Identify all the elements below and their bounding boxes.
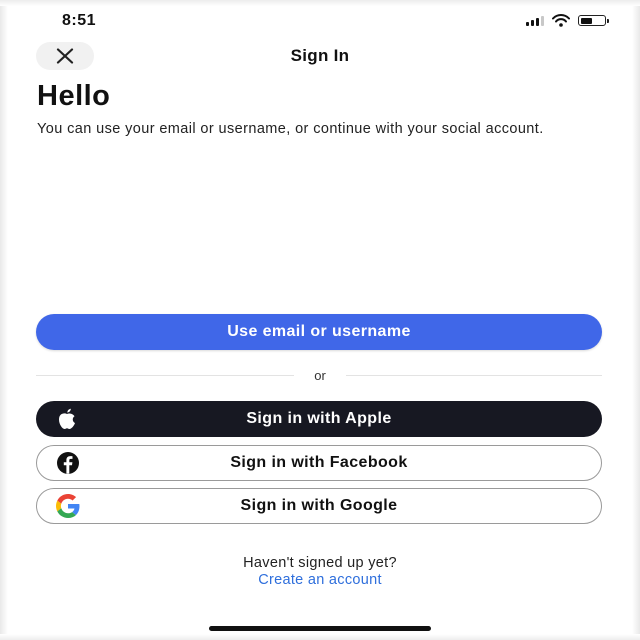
sign-in-facebook-button[interactable]: Sign in with Facebook [36, 445, 602, 481]
google-icon [55, 493, 81, 519]
screen-edge-bottom [0, 634, 640, 640]
divider-or-text: or [314, 368, 326, 383]
screen-edge-top [0, 0, 640, 6]
email-username-button[interactable]: Use email or username [36, 314, 602, 350]
sign-in-google-label: Sign in with Google [240, 497, 398, 514]
battery-icon [578, 15, 609, 26]
sign-in-apple-label: Sign in with Apple [246, 410, 392, 427]
home-indicator [209, 626, 431, 631]
page-subtitle: You can use your email or username, or c… [37, 121, 544, 137]
create-account-link[interactable]: Create an account [0, 572, 640, 588]
sign-in-facebook-label: Sign in with Facebook [230, 454, 408, 471]
apple-icon [54, 406, 80, 432]
screen-edge-left [0, 0, 8, 640]
cellular-signal-icon [526, 15, 544, 26]
sign-in-google-button[interactable]: Sign in with Google [36, 488, 602, 524]
signup-prompt: Haven't signed up yet? [243, 555, 397, 571]
email-username-button-label: Use email or username [227, 323, 411, 340]
sign-in-screen: 8:51 Sign In Hello You can use your emai… [0, 0, 640, 640]
status-icons [526, 14, 609, 27]
battery-level [580, 17, 592, 24]
nav-title: Sign In [290, 46, 350, 65]
sign-in-apple-button[interactable]: Sign in with Apple [36, 401, 602, 437]
page-title: Hello [37, 80, 111, 112]
wifi-icon [552, 14, 570, 27]
screen-edge-right [632, 0, 640, 640]
status-time: 8:51 [62, 12, 97, 29]
facebook-icon [55, 450, 81, 476]
